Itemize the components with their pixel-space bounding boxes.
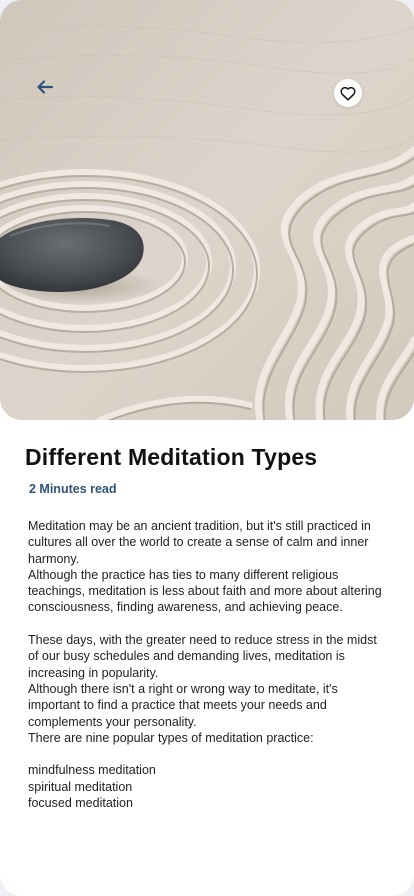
meditation-type-item: focused meditation (28, 796, 133, 811)
article-paragraph: Although there isn't a right or wrong wa… (28, 681, 338, 729)
arrow-left-icon (37, 80, 54, 94)
meditation-type-item: mindfulness meditation (28, 763, 156, 778)
article-body: Meditation may be an ancient tradition, … (28, 518, 390, 811)
back-button[interactable] (28, 70, 62, 104)
article-paragraph: There are nine popular types of meditati… (28, 730, 314, 745)
heart-outline-icon (340, 86, 356, 101)
read-time-label: 2 Minutes read (29, 482, 117, 496)
article-paragraph: Meditation may be an ancient tradition, … (28, 519, 371, 566)
favorite-button[interactable] (334, 79, 362, 107)
zen-sand-illustration (0, 0, 414, 420)
meditation-type-item: spiritual meditation (28, 779, 133, 794)
article-paragraph: Although the practice has ties to many d… (28, 567, 382, 615)
article-screen: Different Meditation Types 2 Minutes rea… (0, 0, 414, 896)
article-title: Different Meditation Types (25, 444, 318, 470)
hero-image-zen-garden (0, 0, 414, 420)
article-paragraph: These days, with the greater need to red… (28, 633, 377, 680)
